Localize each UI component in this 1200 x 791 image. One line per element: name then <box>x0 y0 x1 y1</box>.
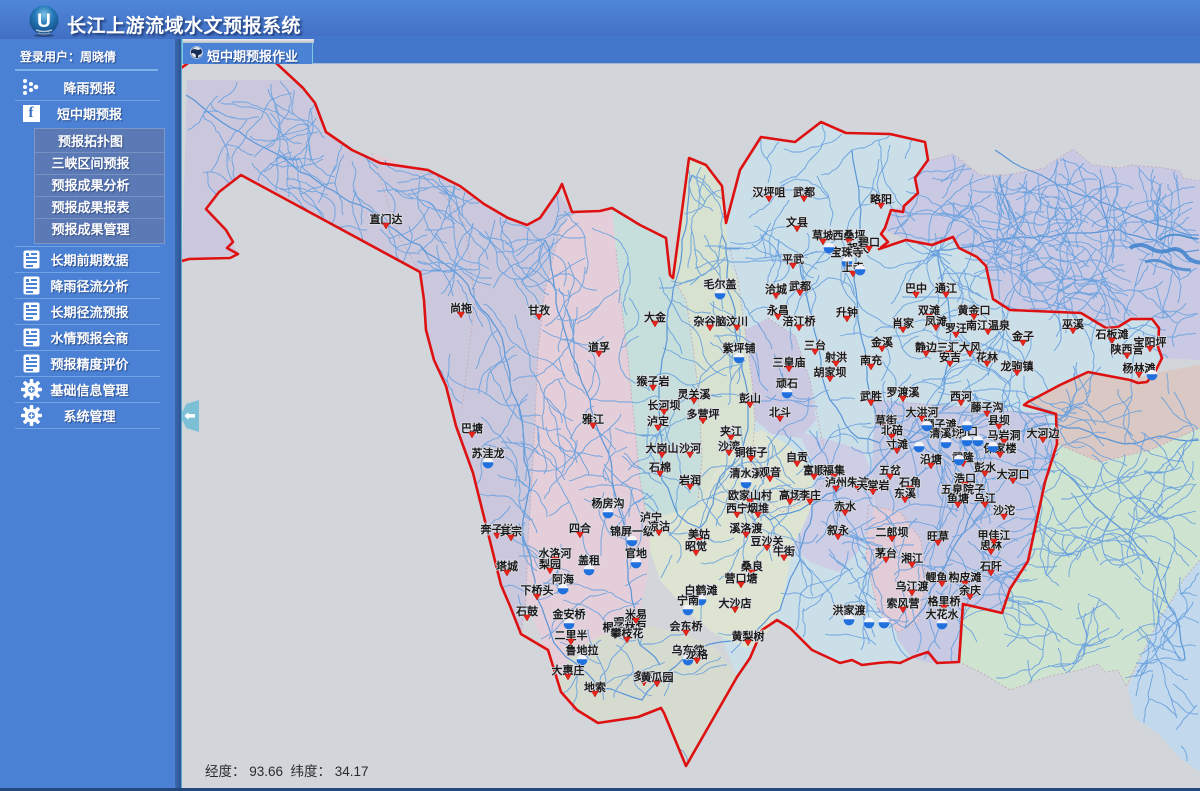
svg-text:U: U <box>37 11 51 32</box>
